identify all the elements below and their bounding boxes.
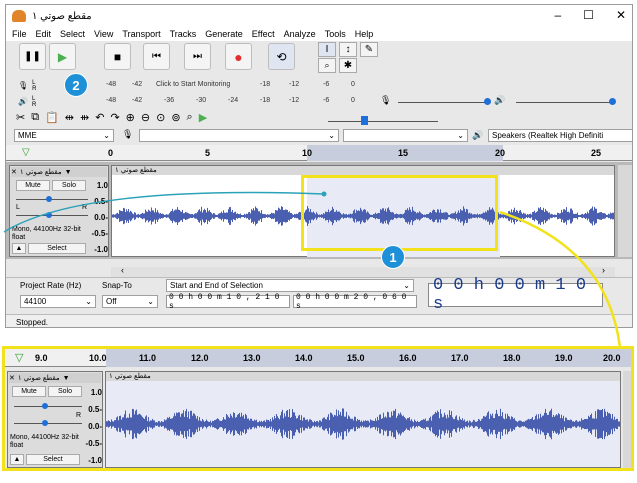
- zoom-tick-9: 9.0: [35, 353, 48, 363]
- zoomed-pan-thumb[interactable]: [42, 420, 48, 426]
- zoomed-clip-name: مقطع صوتي ١: [106, 372, 620, 381]
- zoomed-collapse-button[interactable]: ▲: [10, 454, 24, 465]
- callout-badge-2: 2: [64, 73, 88, 97]
- zoom-tick-19: 19.0: [555, 353, 573, 363]
- zoomed-view: ▽ 9.0 10.0 11.0 12.0 13.0 14.0 15.0 16.0…: [2, 346, 634, 471]
- zoom-tick-18: 18.0: [503, 353, 521, 363]
- zoomed-axis-neg-1-0: -1.0: [88, 456, 102, 465]
- zoomed-timeline-ruler[interactable]: ▽ 9.0 10.0 11.0 12.0 13.0 14.0 15.0 16.0…: [5, 349, 631, 367]
- zoom-tick-11: 11.0: [139, 353, 157, 363]
- zoomed-ruler-selection: [106, 349, 631, 367]
- zoomed-vertical-scrollbar[interactable]: [623, 371, 631, 468]
- zoomed-track-close-button[interactable]: ✕: [9, 374, 15, 382]
- zoomed-gain-thumb[interactable]: [42, 403, 48, 409]
- zoom-tick-20: 20.0: [603, 353, 621, 363]
- zoomed-mute-button[interactable]: Mute: [12, 386, 46, 397]
- zoomed-pan-slider[interactable]: [14, 423, 82, 424]
- zoom-tick-12: 12.0: [191, 353, 209, 363]
- zoomed-axis-0-0: 0.0-: [88, 422, 102, 431]
- zoom-tick-10: 10.0: [89, 353, 107, 363]
- zoomed-audio-clip[interactable]: مقطع صوتي ١: [105, 371, 621, 468]
- zoomed-pan-right-label: R: [76, 412, 82, 419]
- zoom-tick-16: 16.0: [399, 353, 417, 363]
- zoomed-gain-slider[interactable]: [14, 406, 82, 407]
- zoomed-select-track-button[interactable]: Select: [26, 454, 80, 465]
- zoom-tick-14: 14.0: [295, 353, 313, 363]
- zoomed-track-control-panel: ✕ مقطع صوتي ١ ▼ Mute Solo R Mono, 44100H…: [7, 371, 103, 468]
- zoomed-track-menu-arrow-icon[interactable]: ▼: [63, 375, 70, 382]
- zoomed-track-name[interactable]: مقطع صوتي ١: [18, 374, 60, 382]
- zoomed-amplitude-axis: 1.0 0.5- 0.0- -0.5- -1.0: [84, 384, 102, 466]
- zoom-tick-13: 13.0: [243, 353, 261, 363]
- zoomed-timeline-options-icon[interactable]: ▽: [15, 351, 23, 364]
- zoomed-solo-button[interactable]: Solo: [48, 386, 82, 397]
- zoomed-waveform[interactable]: [106, 381, 620, 467]
- zoomed-axis-0-5: 0.5-: [88, 405, 102, 414]
- zoomed-track-header: ✕ مقطع صوتي ١ ▼: [9, 373, 102, 383]
- callout-badge-1: 1: [381, 245, 405, 269]
- zoomed-axis-1-0: 1.0: [90, 388, 102, 397]
- zoomed-track-info: Mono, 44100Hz 32-bit float: [10, 434, 79, 449]
- zoom-tick-17: 17.0: [451, 353, 469, 363]
- zoom-tick-15: 15.0: [347, 353, 365, 363]
- zoomed-axis-neg-0-5: -0.5-: [85, 439, 102, 448]
